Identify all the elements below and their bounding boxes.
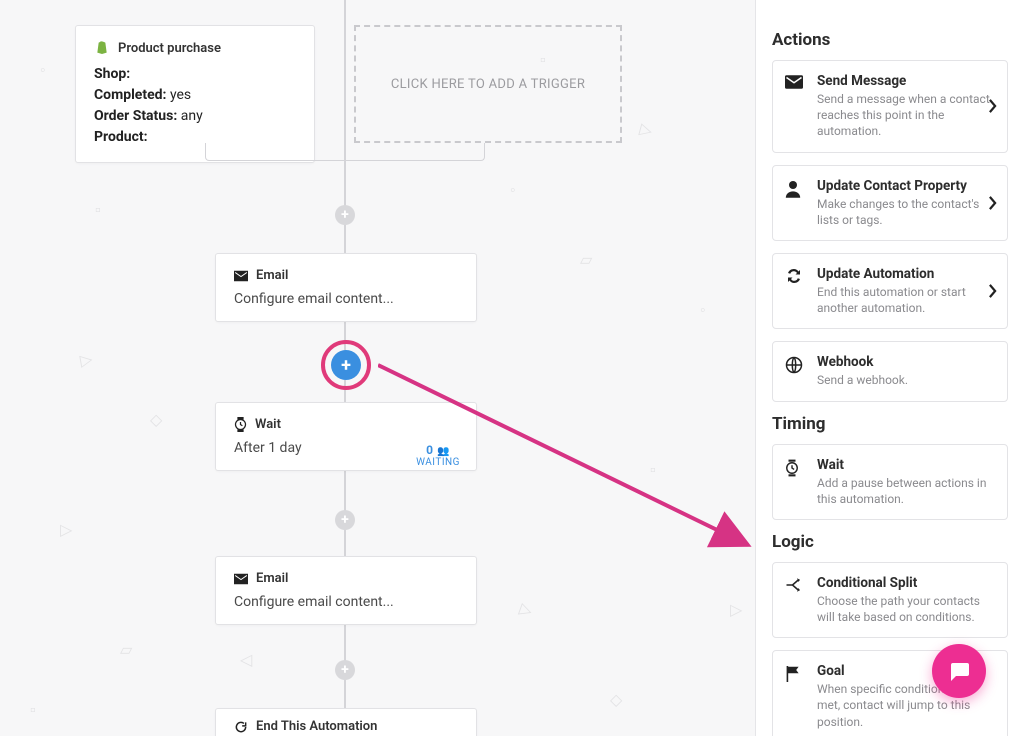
action-title: Webhook — [817, 354, 908, 370]
chat-icon — [947, 659, 971, 683]
help-fab[interactable] — [932, 644, 986, 698]
mail-icon — [234, 573, 248, 585]
action-desc: Add a pause between actions in this auto… — [817, 475, 995, 507]
action-title: Wait — [817, 457, 995, 473]
add-step-highlighted[interactable]: + — [321, 340, 371, 390]
restart-icon — [234, 720, 248, 734]
wait-waiting-badge: 0 👥 WAITING — [416, 443, 460, 468]
flag-icon — [785, 665, 805, 683]
watch-icon — [234, 417, 247, 432]
actions-sidebar: Actions Send Message Send a message when… — [755, 0, 1024, 736]
section-actions-label: Actions — [772, 30, 1008, 50]
action-title: Update Automation — [817, 266, 995, 282]
wait-node-title: Wait — [255, 417, 281, 432]
section-timing-label: Timing — [772, 414, 1008, 434]
add-trigger-label: CLICK HERE TO ADD A TRIGGER — [391, 77, 585, 92]
trigger-node-title: Product purchase — [118, 41, 221, 56]
action-desc: Send a message when a contact reaches th… — [817, 91, 995, 140]
action-update-automation[interactable]: Update Automation End this automation or… — [772, 253, 1008, 329]
flow-merge-bracket — [205, 143, 485, 161]
logic-conditional-split[interactable]: Conditional Split Choose the path your c… — [772, 562, 1008, 638]
email-node-body: Configure email content... — [234, 291, 458, 307]
action-webhook[interactable]: Webhook Send a webhook. — [772, 341, 1008, 401]
action-title: Update Contact Property — [817, 178, 995, 194]
add-step-button[interactable]: + — [335, 205, 355, 225]
add-trigger-button[interactable]: CLICK HERE TO ADD A TRIGGER — [354, 25, 622, 143]
action-title: Conditional Split — [817, 575, 995, 591]
sync-icon — [785, 268, 805, 284]
chevron-right-icon — [988, 196, 997, 210]
action-desc: Choose the path your contacts will take … — [817, 593, 995, 625]
email-node-1[interactable]: Email Configure email content... — [215, 253, 477, 322]
end-automation-node[interactable]: End This Automation — [215, 708, 477, 736]
add-step-button[interactable]: + — [335, 660, 355, 680]
mail-icon — [785, 75, 805, 89]
watch-icon — [785, 459, 805, 477]
action-desc: End this automation or start another aut… — [817, 284, 995, 316]
action-update-contact[interactable]: Update Contact Property Make changes to … — [772, 165, 1008, 241]
action-title: Send Message — [817, 73, 995, 89]
automation-canvas: ◦ ▫ ◇ ▷ ▱ ▫ ▷ ◦ ▱ ▫ ▷ ▷ ◁ ◇ ▷ ▫ ◦ Produc… — [0, 0, 755, 736]
wait-node[interactable]: Wait After 1 day 0 👥 WAITING — [215, 402, 477, 471]
action-desc: Send a webhook. — [817, 372, 908, 388]
shopify-icon — [94, 40, 110, 56]
timing-wait[interactable]: Wait Add a pause between actions in this… — [772, 444, 1008, 520]
email-node-title: Email — [256, 571, 288, 586]
mail-icon — [234, 270, 248, 282]
section-logic-label: Logic — [772, 532, 1008, 552]
plus-icon: + — [331, 350, 361, 380]
globe-icon — [785, 356, 805, 374]
add-step-button[interactable]: + — [335, 510, 355, 530]
email-node-title: Email — [256, 268, 288, 283]
end-node-title: End This Automation — [256, 719, 377, 734]
email-node-2[interactable]: Email Configure email content... — [215, 556, 477, 625]
email-node-body: Configure email content... — [234, 594, 458, 610]
user-icon — [785, 180, 805, 198]
action-send-message[interactable]: Send Message Send a message when a conta… — [772, 60, 1008, 153]
split-icon — [785, 577, 805, 593]
action-desc: Make changes to the contact's lists or t… — [817, 196, 995, 228]
chevron-right-icon — [988, 99, 997, 113]
chevron-right-icon — [988, 284, 997, 298]
